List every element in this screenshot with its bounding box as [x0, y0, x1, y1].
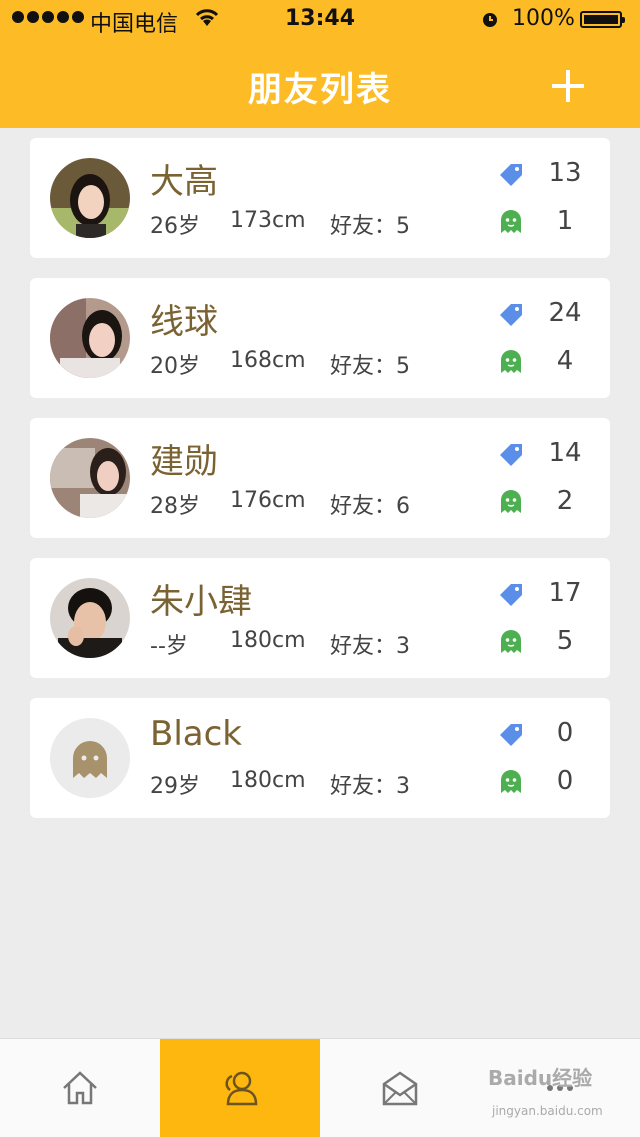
status-bar: 中国电信 13:44 100%	[0, 0, 640, 40]
ghost-icon	[501, 210, 521, 233]
friend-count: 好友：5	[330, 214, 410, 239]
friend-height: 180cm	[230, 628, 306, 653]
watermark: Baidu经验	[488, 1066, 593, 1090]
friend-age: 29岁	[150, 774, 200, 799]
tag-count: 0	[556, 718, 574, 748]
tab-friends[interactable]	[160, 1039, 320, 1137]
friend-card[interactable]: Black 29岁 180cm 好友：3 0 0	[30, 698, 610, 818]
ghost-icon	[501, 630, 521, 653]
battery-icon	[580, 11, 625, 28]
battery-percent: 100%	[512, 6, 575, 31]
tag-icon	[500, 164, 522, 186]
ghost-count: 2	[556, 486, 574, 516]
watermark-url: jingyan.baidu.com	[492, 1104, 603, 1118]
ghost-icon	[501, 490, 521, 513]
page-title: 朋友列表	[248, 70, 392, 110]
tag-icon	[500, 444, 522, 466]
friend-name: 大高	[150, 162, 218, 202]
friend-card[interactable]: 线球 20岁 168cm 好友：5 24 4	[30, 278, 610, 398]
friend-name: 朱小肆	[150, 582, 252, 622]
avatar	[50, 438, 130, 518]
friend-count: 好友：3	[330, 774, 410, 799]
friend-height: 176cm	[230, 488, 306, 513]
friend-name: Black	[150, 714, 242, 754]
tab-messages[interactable]	[320, 1039, 480, 1137]
friend-card[interactable]: 朱小肆 --岁 180cm 好友：3 17 5	[30, 558, 610, 678]
ghost-count: 0	[556, 766, 574, 796]
tag-count: 17	[548, 578, 582, 608]
friend-height: 168cm	[230, 348, 306, 373]
friend-height: 173cm	[230, 208, 306, 233]
ghost-icon	[501, 770, 521, 793]
tag-count: 24	[548, 298, 582, 328]
friends-icon	[225, 1071, 258, 1106]
header: 中国电信 13:44 100% 朋友列表	[0, 0, 640, 128]
ghost-count: 5	[556, 626, 574, 656]
tag-icon	[500, 724, 522, 746]
avatar	[50, 158, 130, 238]
tab-home[interactable]	[0, 1039, 160, 1137]
friend-card[interactable]: 大高 26岁 173cm 好友：5 13 1	[30, 138, 610, 258]
alarm-icon	[483, 13, 497, 27]
friend-age: 26岁	[150, 214, 200, 239]
default-avatar-ghost-icon	[50, 718, 130, 798]
friend-count: 好友：5	[330, 354, 410, 379]
home-icon	[63, 1071, 97, 1105]
mail-icon	[382, 1071, 418, 1106]
friend-age: 20岁	[150, 354, 200, 379]
avatar	[50, 578, 130, 658]
friend-age: 28岁	[150, 494, 200, 519]
tag-icon	[500, 584, 522, 606]
tag-count: 14	[548, 438, 582, 468]
tag-icon	[500, 304, 522, 326]
friend-name: 建勋	[150, 442, 218, 482]
friend-list: 大高 26岁 173cm 好友：5 13 1 线球 20岁 168cm 好友：5	[30, 138, 610, 838]
ghost-count: 4	[556, 346, 574, 376]
plus-icon[interactable]	[546, 64, 590, 108]
friend-count: 好友：3	[330, 634, 410, 659]
friend-name: 线球	[150, 302, 218, 342]
tag-count: 13	[548, 158, 582, 188]
friend-height: 180cm	[230, 768, 306, 793]
friend-card[interactable]: 建勋 28岁 176cm 好友：6 14 2	[30, 418, 610, 538]
ghost-count: 1	[556, 206, 574, 236]
friend-count: 好友：6	[330, 494, 410, 519]
avatar	[50, 298, 130, 378]
friend-age: --岁	[150, 634, 188, 659]
ghost-icon	[501, 350, 521, 373]
